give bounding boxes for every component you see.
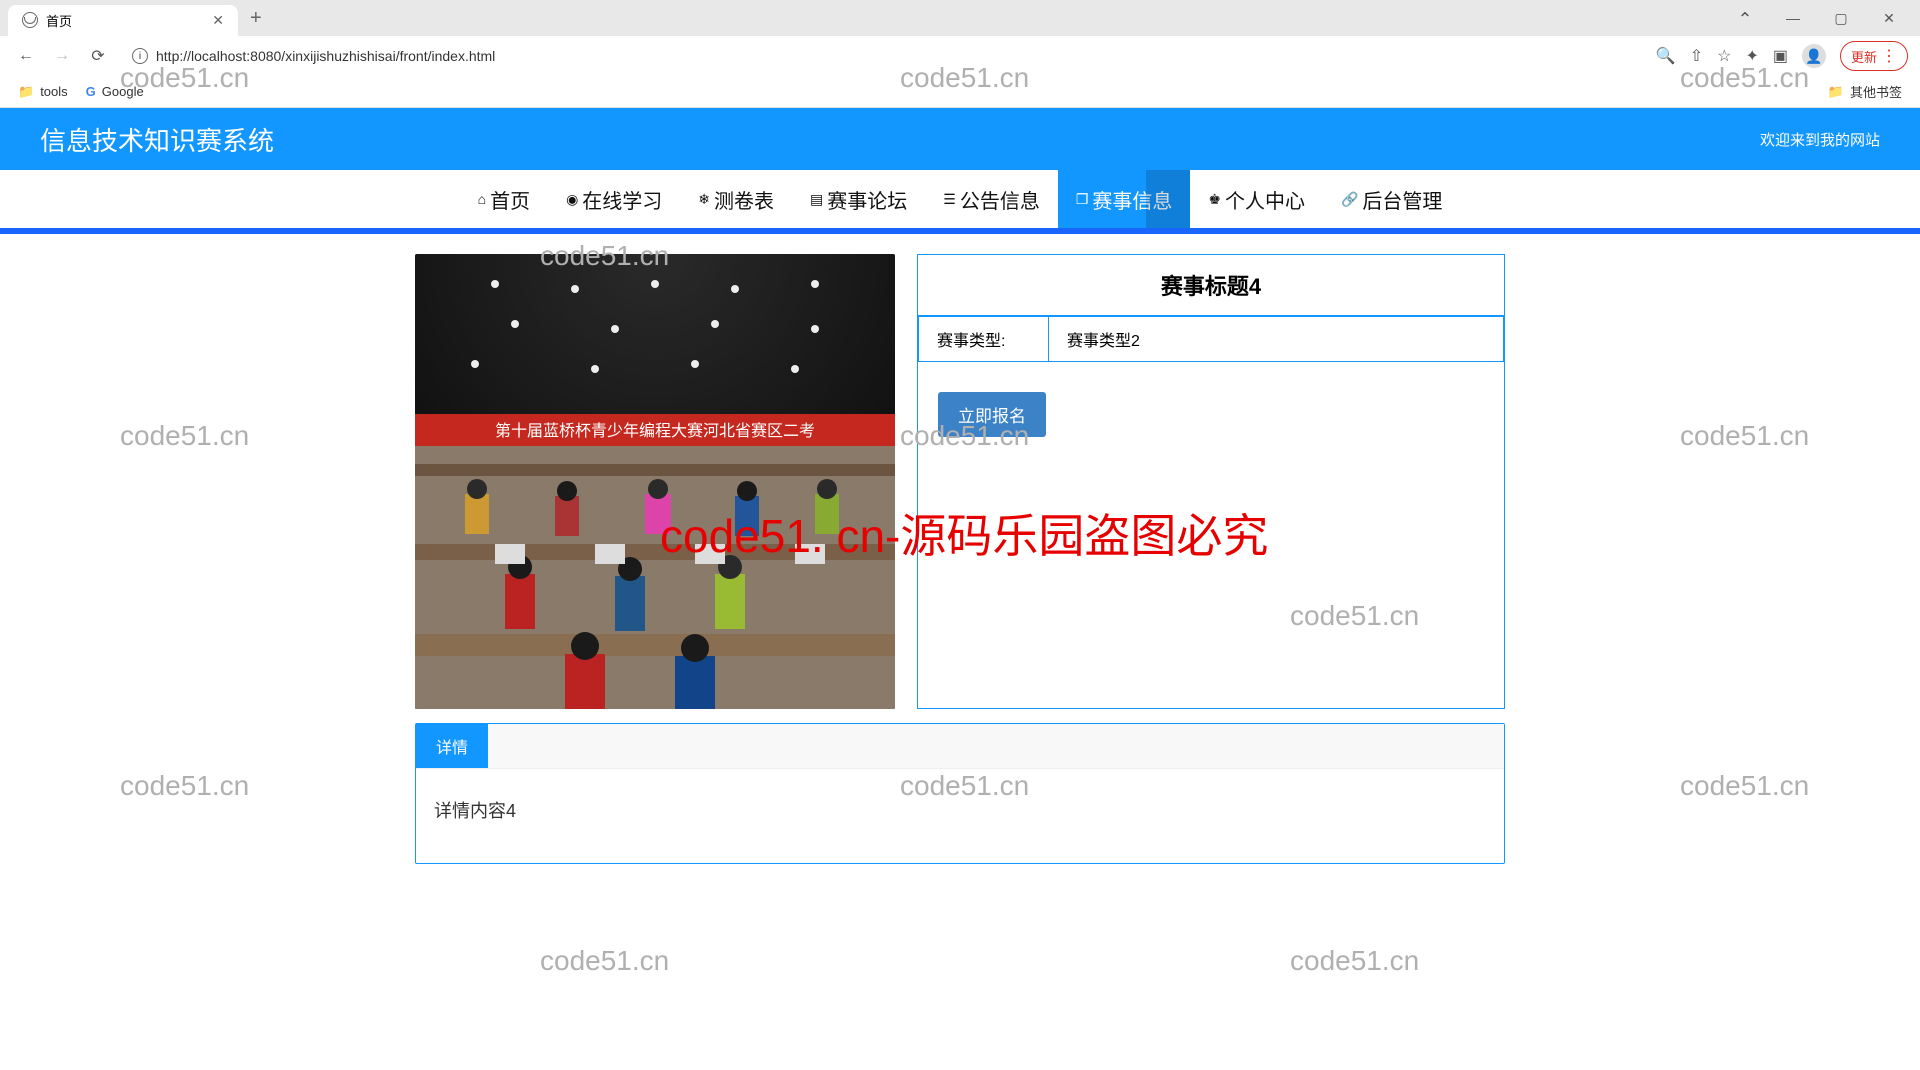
update-button[interactable]: 更新 ⋮ <box>1840 41 1908 71</box>
home-icon: ⌂ <box>478 191 486 207</box>
detail-card: 详情 详情内容4 <box>415 723 1505 864</box>
url-text: http://localhost:8080/xinxijishuzhishisa… <box>156 48 495 64</box>
bookmark-tools[interactable]: 📁 tools <box>18 84 68 100</box>
event-row: 第十届蓝桥杯青少年编程大赛河北省赛区二考 <box>415 254 1505 709</box>
content-area: ⌂首页 ◉在线学习 ❄测卷表 ▤赛事论坛 ☰公告信息 ❒赛事信息 ♚个人中心 🔗… <box>0 170 1920 1070</box>
nav-bar: ← → ⟳ i http://localhost:8080/xinxijishu… <box>0 36 1920 76</box>
nav-admin[interactable]: 🔗后台管理 <box>1323 170 1460 228</box>
target-icon: ◉ <box>566 191 578 208</box>
book-icon: ❒ <box>1076 191 1089 208</box>
main-nav: ⌂首页 ◉在线学习 ❄测卷表 ▤赛事论坛 ☰公告信息 ❒赛事信息 ♚个人中心 🔗… <box>0 170 1920 234</box>
bookmark-label: 其他书签 <box>1850 82 1902 101</box>
tab-bar: 首页 ✕ + ⌄ — ▢ ✕ <box>0 0 1920 36</box>
snowflake-icon: ❄ <box>698 191 710 208</box>
share-icon[interactable]: ⇧ <box>1690 46 1703 66</box>
nav-profile[interactable]: ♚个人中心 <box>1190 170 1323 228</box>
nav-event[interactable]: ❒赛事信息 <box>1058 170 1191 228</box>
page-container: 第十届蓝桥杯青少年编程大赛河北省赛区二考 <box>415 254 1505 864</box>
globe-icon <box>22 12 38 28</box>
welcome-text: 欢迎来到我的网站 <box>1760 129 1880 150</box>
nav-test[interactable]: ❄测卷表 <box>680 170 792 228</box>
nav-forum[interactable]: ▤赛事论坛 <box>792 170 925 228</box>
forum-icon: ▤ <box>810 191 823 208</box>
tab-title: 首页 <box>46 11 72 30</box>
panel-icon[interactable]: ▣ <box>1773 46 1788 66</box>
user-icon: ♚ <box>1208 191 1221 208</box>
chevron-down-icon[interactable]: ⌄ <box>1722 2 1768 34</box>
profile-icon[interactable]: 👤 <box>1802 44 1826 68</box>
event-type-label: 赛事类型: <box>919 317 1049 362</box>
bookmark-other[interactable]: 📁 其他书签 <box>1828 82 1902 101</box>
event-title: 赛事标题4 <box>918 255 1504 316</box>
toolbar-icons: 🔍 ⇧ ☆ ✦ ▣ 👤 更新 ⋮ <box>1656 41 1908 71</box>
site-title: 信息技术知识赛系统 <box>40 121 274 158</box>
window-controls: ⌄ — ▢ ✕ <box>1722 2 1912 34</box>
site-header: 信息技术知识赛系统 欢迎来到我的网站 <box>0 108 1920 170</box>
forward-button[interactable]: → <box>48 42 76 70</box>
extensions-icon[interactable]: ✦ <box>1745 46 1758 66</box>
zoom-icon[interactable]: 🔍 <box>1656 46 1676 66</box>
nav-home[interactable]: ⌂首页 <box>460 170 548 228</box>
bookmarks-bar: 📁 tools G Google 📁 其他书签 <box>0 76 1920 108</box>
notice-icon: ☰ <box>943 191 956 208</box>
table-row: 赛事类型: 赛事类型2 <box>919 317 1504 362</box>
star-icon[interactable]: ☆ <box>1717 46 1731 66</box>
update-label: 更新 <box>1851 47 1877 66</box>
action-area: 立即报名 <box>918 362 1504 467</box>
link-icon: 🔗 <box>1341 191 1358 208</box>
detail-content: 详情内容4 <box>416 769 1504 863</box>
folder-icon: 📁 <box>18 84 34 100</box>
folder-icon: 📁 <box>1828 84 1844 100</box>
bookmark-google[interactable]: G Google <box>86 84 144 99</box>
reload-button[interactable]: ⟳ <box>84 42 112 70</box>
bookmark-label: Google <box>102 84 144 99</box>
nav-study[interactable]: ◉在线学习 <box>548 170 680 228</box>
back-button[interactable]: ← <box>12 42 40 70</box>
event-info-table: 赛事类型: 赛事类型2 <box>918 316 1504 362</box>
menu-dots-icon: ⋮ <box>1881 46 1897 66</box>
minimize-button[interactable]: — <box>1770 2 1816 34</box>
close-tab-icon[interactable]: ✕ <box>212 12 224 29</box>
close-window-button[interactable]: ✕ <box>1866 2 1912 34</box>
site-info-icon[interactable]: i <box>132 48 148 64</box>
event-image: 第十届蓝桥杯青少年编程大赛河北省赛区二考 <box>415 254 895 709</box>
maximize-button[interactable]: ▢ <box>1818 2 1864 34</box>
url-bar[interactable]: i http://localhost:8080/xinxijishuzhishi… <box>120 44 1648 68</box>
browser-tab[interactable]: 首页 ✕ <box>8 5 238 36</box>
event-type-value: 赛事类型2 <box>1049 317 1504 362</box>
bookmark-label: tools <box>40 84 67 99</box>
browser-chrome: 首页 ✕ + ⌄ — ▢ ✕ ← → ⟳ i http://localhost:… <box>0 0 1920 108</box>
nav-notice[interactable]: ☰公告信息 <box>925 170 1058 228</box>
new-tab-button[interactable]: + <box>238 7 274 30</box>
google-icon: G <box>86 84 96 99</box>
signup-button[interactable]: 立即报名 <box>938 392 1046 437</box>
tab-detail[interactable]: 详情 <box>416 724 488 768</box>
detail-tabs: 详情 <box>416 724 1504 769</box>
event-info-card: 赛事标题4 赛事类型: 赛事类型2 立即报名 <box>917 254 1505 709</box>
svg-text:第十届蓝桥杯青少年编程大赛河北省赛区二考: 第十届蓝桥杯青少年编程大赛河北省赛区二考 <box>495 421 815 440</box>
